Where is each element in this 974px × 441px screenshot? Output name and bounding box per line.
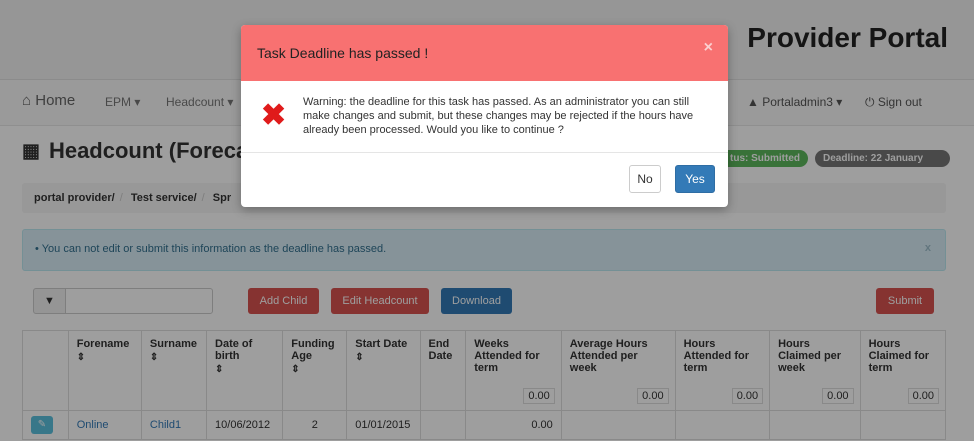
modal-close-button[interactable]: × <box>704 39 713 57</box>
error-icon: ✖ <box>261 99 287 132</box>
modal-title: Task Deadline has passed ! <box>257 45 429 61</box>
yes-button[interactable]: Yes <box>675 165 715 193</box>
modal-body: ✖ Warning: the deadline for this task ha… <box>241 81 728 153</box>
modal-header: Task Deadline has passed ! × <box>241 25 728 81</box>
no-button[interactable]: No <box>629 165 661 193</box>
modal-message: Warning: the deadline for this task has … <box>303 96 694 136</box>
deadline-modal: Task Deadline has passed ! × ✖ Warning: … <box>241 25 728 207</box>
